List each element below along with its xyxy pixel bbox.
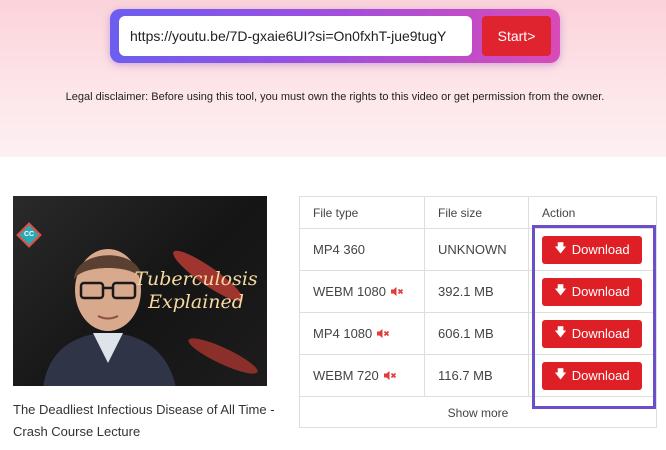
speaker-muted-icon bbox=[377, 329, 390, 338]
url-bar: Start> bbox=[110, 9, 560, 63]
thumbnail-title: Tuberculosis Explained bbox=[134, 268, 258, 313]
start-button[interactable]: Start> bbox=[482, 16, 551, 56]
download-button[interactable]: 🡇 Download bbox=[542, 319, 642, 348]
down-arrow-icon: 🡇 bbox=[554, 283, 567, 297]
table-row: WEBM 1080 392.1 MB 🡇 Download bbox=[300, 271, 656, 313]
file-size-cell: UNKNOWN bbox=[425, 229, 529, 270]
header-file-size: File size bbox=[425, 197, 529, 228]
file-type-cell: MP4 360 bbox=[300, 229, 425, 270]
download-button[interactable]: 🡇 Download bbox=[542, 361, 642, 390]
action-cell: 🡇 Download bbox=[529, 229, 656, 270]
file-type-cell: WEBM 720 bbox=[300, 355, 425, 396]
hero-section: Start> Legal disclaimer: Before using th… bbox=[0, 0, 666, 157]
table-header-row: File type File size Action bbox=[300, 197, 656, 229]
down-arrow-icon: 🡇 bbox=[554, 325, 567, 339]
header-action: Action bbox=[542, 205, 576, 220]
action-cell: 🡇 Download bbox=[529, 271, 656, 312]
table-row: WEBM 720 116.7 MB 🡇 Download bbox=[300, 355, 656, 397]
download-button[interactable]: 🡇 Download bbox=[542, 277, 642, 306]
down-arrow-icon: 🡇 bbox=[554, 367, 567, 381]
action-cell: 🡇 Download bbox=[529, 313, 656, 354]
video-title: The Deadliest Infectious Disease of All … bbox=[13, 402, 275, 439]
table-row: MP4 360 UNKNOWN 🡇 Download bbox=[300, 229, 656, 271]
legal-disclaimer: Legal disclaimer: Before using this tool… bbox=[65, 91, 605, 103]
down-arrow-icon: 🡇 bbox=[554, 241, 567, 255]
table-row: MP4 1080 606.1 MB 🡇 Download bbox=[300, 313, 656, 355]
download-button[interactable]: 🡇 Download bbox=[542, 235, 642, 264]
url-input[interactable] bbox=[119, 16, 472, 56]
speaker-muted-icon bbox=[383, 371, 396, 380]
file-size-cell: 392.1 MB bbox=[425, 271, 529, 312]
file-size-cell: 606.1 MB bbox=[425, 313, 529, 354]
download-table: File type File size Action MP4 360 UNKNO… bbox=[299, 196, 657, 428]
file-type-cell: MP4 1080 bbox=[300, 313, 425, 354]
action-cell: 🡇 Download bbox=[529, 355, 656, 396]
speaker-muted-icon bbox=[390, 287, 404, 296]
file-type-cell: WEBM 1080 bbox=[300, 271, 425, 312]
video-thumbnail[interactable]: CC Tuberculosis Explained bbox=[13, 196, 267, 386]
file-size-cell: 116.7 MB bbox=[425, 355, 529, 396]
header-file-type: File type bbox=[300, 197, 425, 228]
show-more-link[interactable]: Show more bbox=[300, 398, 656, 427]
